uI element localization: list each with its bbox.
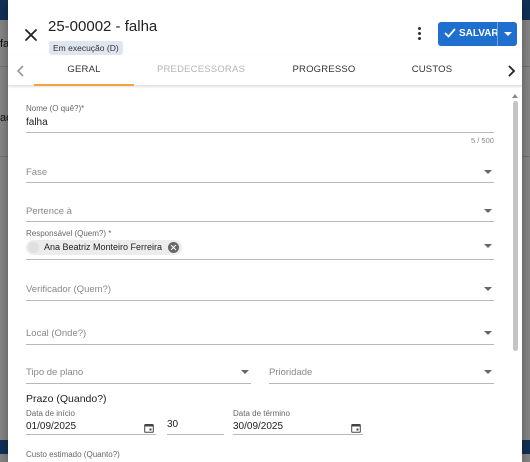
calendar-icon[interactable]: [351, 423, 361, 433]
general-form: Nome (O quê?)* falha 5 / 500 Fase Perten…: [8, 87, 522, 462]
nome-underline: [26, 132, 494, 133]
tab-geral[interactable]: GERAL: [34, 56, 134, 86]
data-inicio-label: Data de início: [26, 409, 75, 418]
calendar-icon[interactable]: [144, 423, 154, 433]
responsavel-dropdown-arrow[interactable]: [484, 244, 492, 248]
local-select[interactable]: Local (Onde?): [26, 328, 86, 339]
tabs-bar: GERAL PREDECESSORAS PROGRESSO CUSTOS: [8, 56, 522, 86]
fase-select[interactable]: Fase: [26, 167, 47, 178]
tipo-plano-dropdown-arrow[interactable]: [241, 370, 249, 374]
fase-dropdown-arrow[interactable]: [484, 170, 492, 174]
scroll-up-icon[interactable]: [512, 94, 518, 98]
prazo-title: Prazo (Quando?): [26, 393, 107, 405]
responsavel-chip: Ana Beatriz Monteiro Ferreira: [26, 240, 183, 255]
tipo-plano-underline: [26, 383, 251, 384]
chevron-right-icon[interactable]: [504, 63, 518, 79]
verificador-select[interactable]: Verificador (Quem?): [26, 284, 111, 295]
local-underline: [26, 344, 494, 345]
status-badge: Em execução (D): [49, 41, 123, 55]
pertence-select[interactable]: Pertence à: [26, 206, 72, 217]
action-plan-dialog: 25-00002 - falha Em execução (D) SALVAR …: [8, 0, 522, 462]
data-inicio-input[interactable]: 01/09/2025: [26, 421, 76, 432]
data-termino-underline: [233, 434, 363, 435]
pertence-underline: [26, 221, 494, 222]
data-inicio-underline: [26, 434, 156, 435]
save-button-label: SALVAR: [459, 28, 499, 39]
responsavel-chip-label: Ana Beatriz Monteiro Ferreira: [44, 242, 163, 252]
chip-remove-icon[interactable]: [168, 242, 180, 253]
tab-predecessoras: PREDECESSORAS: [156, 64, 246, 75]
prioridade-select[interactable]: Prioridade: [269, 367, 312, 378]
nome-input[interactable]: falha: [26, 117, 48, 128]
prioridade-underline: [269, 383, 494, 384]
custo-label: Custo estimado (Quanto?): [26, 450, 120, 459]
local-dropdown-arrow[interactable]: [484, 331, 492, 335]
dialog-header: 25-00002 - falha Em execução (D) SALVAR: [8, 0, 522, 56]
check-icon: [444, 28, 456, 38]
nome-char-counter: 5 / 500: [471, 136, 494, 145]
avatar: [28, 242, 39, 253]
close-icon[interactable]: [22, 26, 40, 44]
tab-progresso[interactable]: PROGRESSO: [276, 56, 372, 86]
tipo-plano-select[interactable]: Tipo de plano: [26, 367, 83, 378]
chevron-left-icon[interactable]: [14, 63, 28, 79]
save-options-button[interactable]: [497, 22, 517, 46]
responsavel-underline: [26, 259, 494, 260]
data-termino-label: Data de término: [233, 409, 290, 418]
duration-days-underline: [167, 434, 224, 435]
duration-days-input[interactable]: 30: [167, 419, 178, 430]
dialog-title: 25-00002 - falha: [48, 18, 158, 35]
fase-underline: [26, 182, 494, 183]
more-vertical-icon[interactable]: [412, 26, 426, 42]
nome-label: Nome (O quê?)*: [26, 104, 85, 113]
verificador-dropdown-arrow[interactable]: [484, 287, 492, 291]
responsavel-label: Responsável (Quem?) *: [26, 229, 112, 238]
data-termino-input[interactable]: 30/09/2025: [233, 421, 283, 432]
prioridade-dropdown-arrow[interactable]: [484, 370, 492, 374]
verificador-underline: [26, 300, 494, 301]
scrollbar-thumb[interactable]: [513, 101, 518, 351]
pertence-dropdown-arrow[interactable]: [484, 209, 492, 213]
tab-custos[interactable]: CUSTOS: [388, 56, 476, 86]
